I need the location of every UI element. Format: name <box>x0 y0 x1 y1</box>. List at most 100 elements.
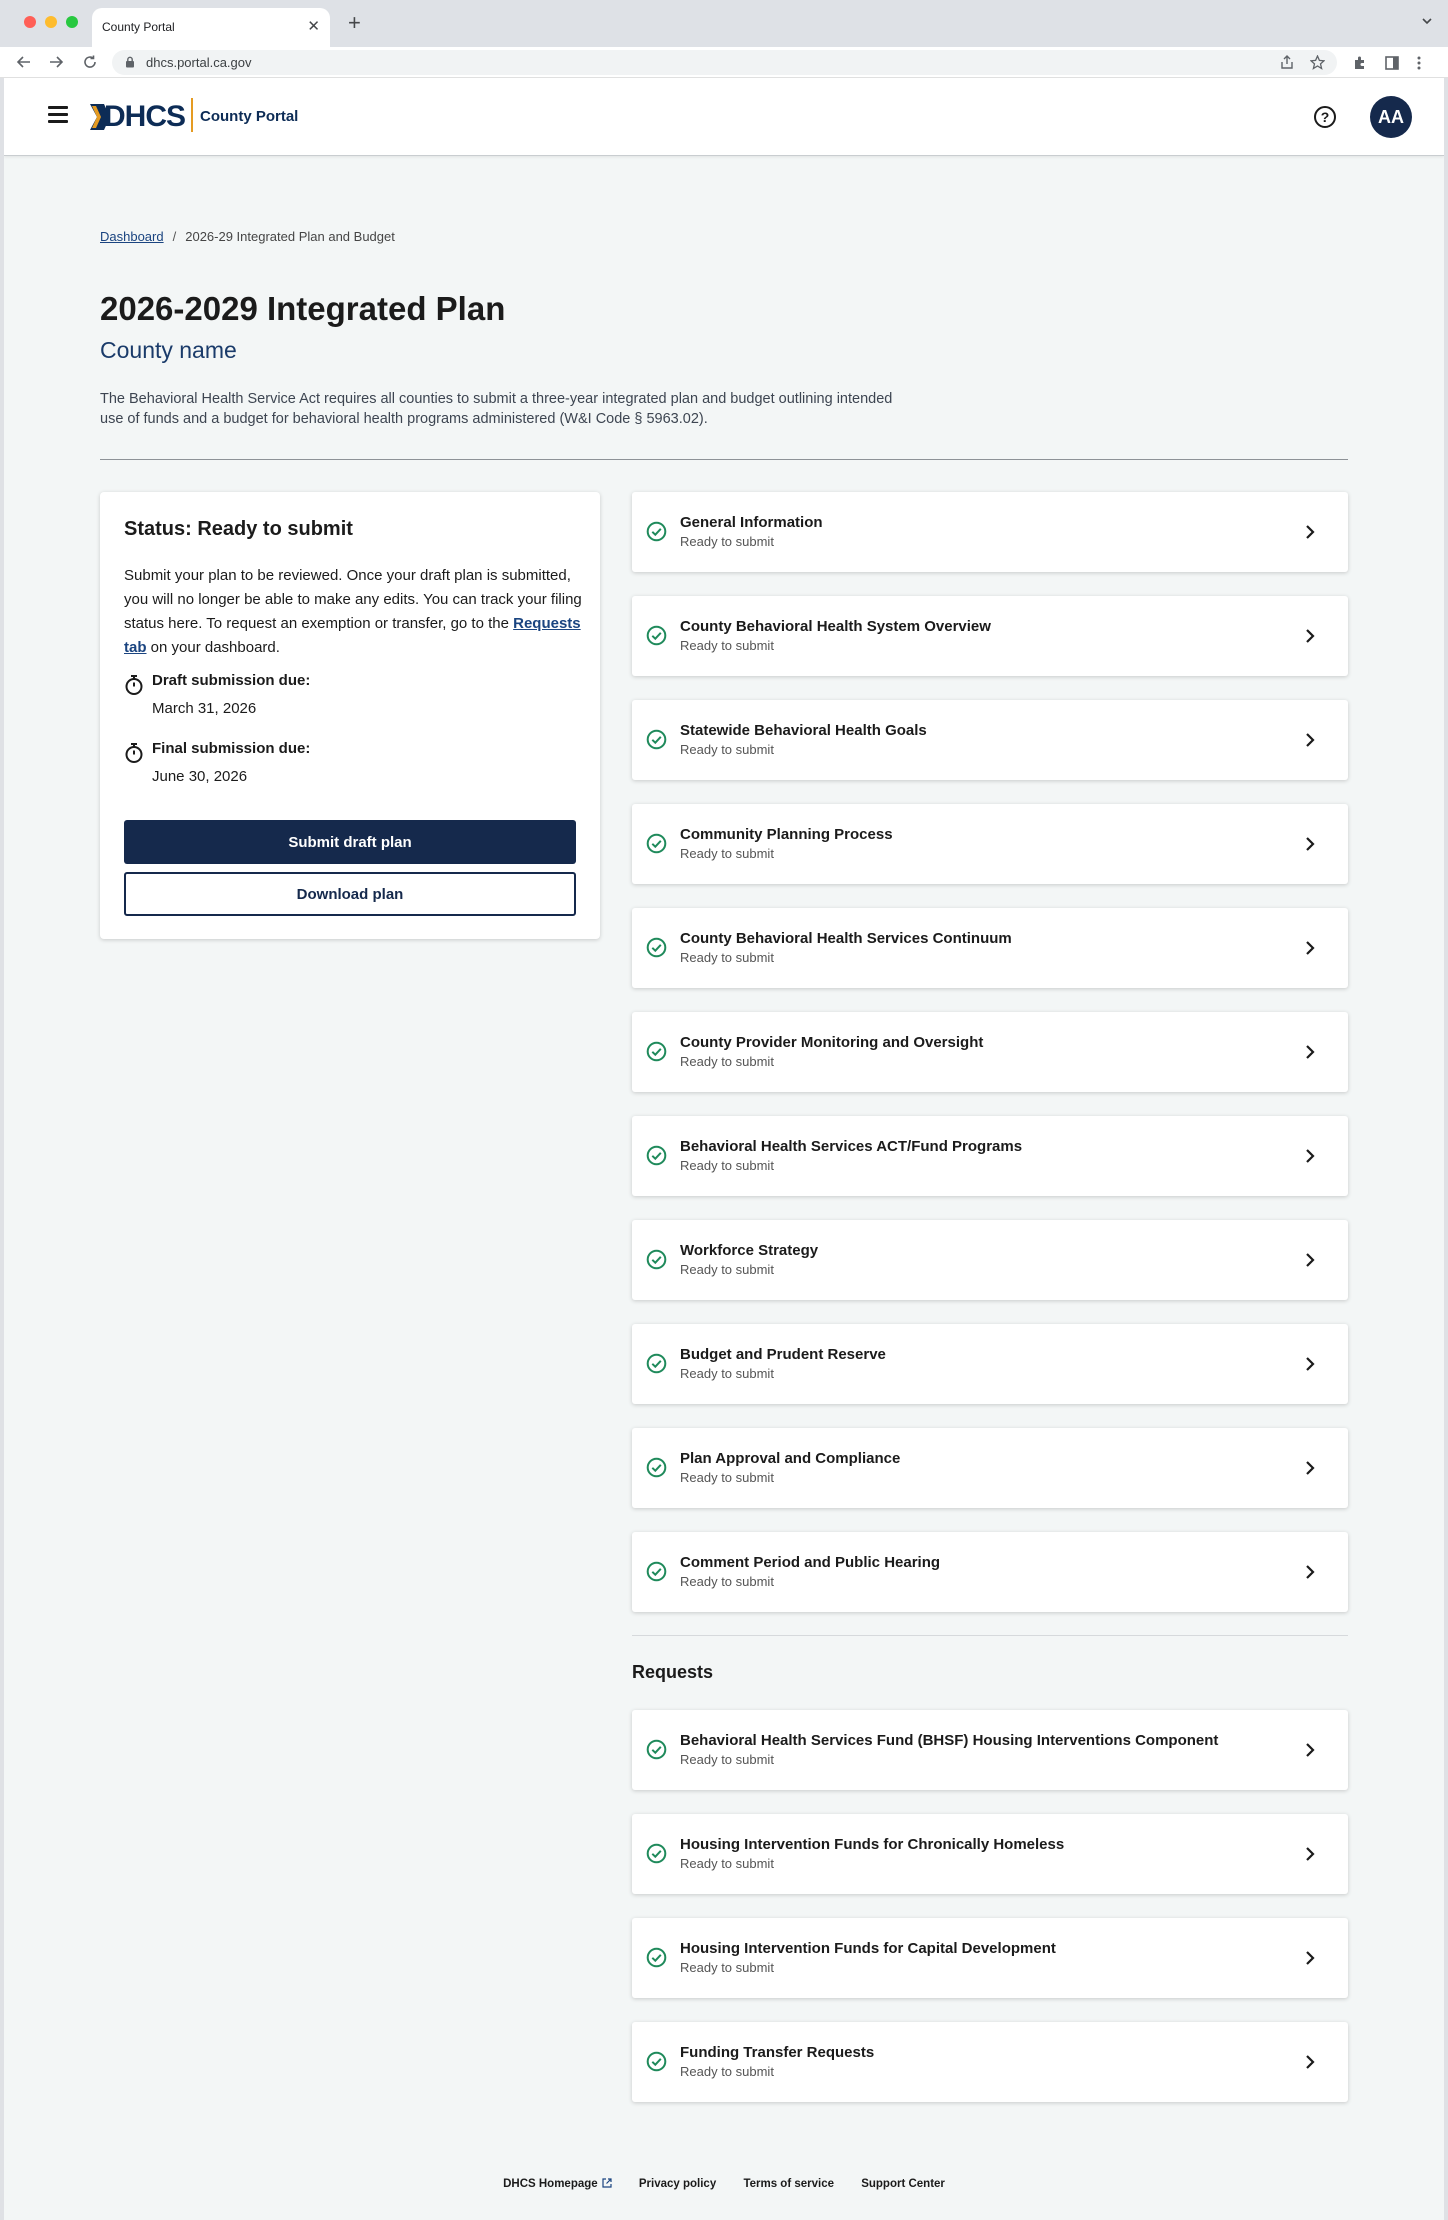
section-card-title: Behavioral Health Services Fund (BHSF) H… <box>680 1732 1219 1749</box>
section-card[interactable]: Plan Approval and Compliance Ready to sub… <box>632 1428 1348 1508</box>
check-circle-icon <box>646 729 667 750</box>
share-icon[interactable] <box>1280 55 1294 70</box>
chevron-right-icon[interactable] <box>1304 2054 1316 2070</box>
section-card-title: General Information <box>680 514 823 531</box>
chevron-right-icon[interactable] <box>1304 628 1316 644</box>
chevron-right-icon[interactable] <box>1304 1148 1316 1164</box>
tab-title: County Portal <box>102 20 175 34</box>
external-link-icon <box>602 2178 612 2188</box>
draft-due-date: March 31, 2026 <box>152 700 257 717</box>
section-card-title: Community Planning Process <box>680 826 893 843</box>
section-card-title: Comment Period and Public Hearing <box>680 1554 941 1571</box>
chevron-right-icon[interactable] <box>1304 1460 1316 1476</box>
section-card[interactable]: County Provider Monitoring and Oversight… <box>632 1012 1348 1092</box>
section-card[interactable]: Behavioral Health Services ACT/Fund Prog… <box>632 1116 1348 1196</box>
footer-link-privacy-policy[interactable]: Privacy policy <box>639 2178 716 2190</box>
section-card-title: Behavioral Health Services ACT/Fund Prog… <box>680 1138 1023 1155</box>
new-tab-icon[interactable]: + <box>348 10 361 36</box>
tab-list-chevron-icon[interactable] <box>1420 14 1434 28</box>
chevron-right-icon[interactable] <box>1304 1742 1316 1758</box>
section-card[interactable]: Budget and Prudent Reserve Ready to submi… <box>632 1324 1348 1404</box>
check-circle-icon <box>646 1739 667 1760</box>
section-card-status: Ready to submit <box>680 1262 774 1277</box>
chevron-right-icon[interactable] <box>1304 940 1316 956</box>
url-field[interactable]: dhcs.portal.ca.gov <box>112 50 1337 75</box>
portal-label: County Portal <box>200 108 299 125</box>
section-card-title: Housing Intervention Funds for Capital D… <box>680 1940 1056 1957</box>
extensions-icon[interactable] <box>1352 55 1368 71</box>
check-circle-icon <box>646 1041 667 1062</box>
section-card[interactable]: Workforce Strategy Ready to submit <box>632 1220 1348 1300</box>
forward-icon[interactable] <box>48 54 64 70</box>
section-card[interactable]: Statewide Behavioral Health Goals Ready t… <box>632 700 1348 780</box>
chevron-right-icon[interactable] <box>1304 1252 1316 1268</box>
chevron-right-icon[interactable] <box>1304 1356 1316 1372</box>
section-card-status: Ready to submit <box>680 2064 774 2079</box>
check-circle-icon <box>646 625 667 646</box>
status-description: Submit your plan to be reviewed. Once yo… <box>124 564 584 660</box>
check-circle-icon <box>646 1353 667 1374</box>
browser-menu-icon[interactable] <box>1416 55 1422 71</box>
lock-icon <box>126 56 134 68</box>
browser-address-bar: dhcs.portal.ca.gov <box>0 47 1448 78</box>
back-icon[interactable] <box>16 54 32 70</box>
section-card[interactable]: General Information Ready to submit <box>632 492 1348 572</box>
footer-link-dhcs-homepage[interactable]: DHCS Homepage <box>503 2178 612 2190</box>
reload-icon[interactable] <box>82 54 98 70</box>
chevron-right-icon[interactable] <box>1304 524 1316 540</box>
section-card-status: Ready to submit <box>680 1470 774 1485</box>
hamburger-menu-icon[interactable] <box>48 106 68 123</box>
section-card[interactable]: Housing Intervention Funds for Chronical… <box>632 1814 1348 1894</box>
chevron-right-icon[interactable] <box>1304 1564 1316 1580</box>
submit-draft-plan-button[interactable]: Submit draft plan <box>124 820 576 864</box>
side-panel-icon[interactable] <box>1384 55 1400 71</box>
breadcrumb-dashboard-link[interactable]: Dashboard <box>100 229 164 244</box>
window-close-button[interactable] <box>24 16 36 28</box>
chevron-right-icon[interactable] <box>1304 1950 1316 1966</box>
section-card-status: Ready to submit <box>680 534 774 549</box>
user-avatar[interactable]: AA <box>1370 96 1412 138</box>
section-card[interactable]: Comment Period and Public Hearing Ready t… <box>632 1532 1348 1612</box>
chevron-right-icon[interactable] <box>1304 1044 1316 1060</box>
browser-tab[interactable]: County Portal ✕ <box>92 8 330 47</box>
page-title: 2026-2029 Integrated Plan <box>100 290 506 327</box>
section-card-status: Ready to submit <box>680 1054 774 1069</box>
check-circle-icon <box>646 521 667 542</box>
final-due-date: June 30, 2026 <box>152 768 248 785</box>
help-icon[interactable]: ? <box>1314 106 1336 128</box>
check-circle-icon <box>646 1249 667 1270</box>
section-card-status: Ready to submit <box>680 1366 774 1381</box>
section-card[interactable]: County Behavioral Health System Overview… <box>632 596 1348 676</box>
section-card[interactable]: Behavioral Health Services Fund (BHSF) H… <box>632 1710 1348 1790</box>
section-card-title: County Behavioral Health Services Contin… <box>680 930 1012 947</box>
check-circle-icon <box>646 1561 667 1582</box>
section-card-status: Ready to submit <box>680 1158 774 1173</box>
status-description-text-end: on your dashboard. <box>146 639 280 656</box>
section-card-title: Statewide Behavioral Health Goals <box>680 722 927 739</box>
chevron-right-icon[interactable] <box>1304 732 1316 748</box>
download-plan-button[interactable]: Download plan <box>124 872 576 916</box>
bookmark-star-icon[interactable] <box>1310 55 1325 70</box>
footer-link-support-center[interactable]: Support Center <box>861 2178 945 2190</box>
chevron-right-icon[interactable] <box>1304 1846 1316 1862</box>
section-card-title: Housing Intervention Funds for Chronical… <box>680 1836 1065 1853</box>
section-card[interactable]: Housing Intervention Funds for Capital D… <box>632 1918 1348 1998</box>
window-minimize-button[interactable] <box>45 16 57 28</box>
section-card[interactable]: County Behavioral Health Services Contin… <box>632 908 1348 988</box>
tab-close-icon[interactable]: ✕ <box>307 17 320 35</box>
section-card-status: Ready to submit <box>680 1752 774 1767</box>
window-zoom-button[interactable] <box>66 16 78 28</box>
county-name: County name <box>100 337 237 363</box>
chevron-right-icon[interactable] <box>1304 836 1316 852</box>
section-card[interactable]: Funding Transfer Requests Ready to submit <box>632 2022 1348 2102</box>
footer-link-terms-of-service[interactable]: Terms of service <box>743 2178 834 2190</box>
section-card-title: Funding Transfer Requests <box>680 2044 875 2061</box>
section-card[interactable]: Community Planning Process Ready to submi… <box>632 804 1348 884</box>
check-circle-icon <box>646 1947 667 1968</box>
breadcrumb-separator: / <box>172 229 177 244</box>
footer-link-label: DHCS Homepage <box>503 2178 598 2190</box>
logo-text: DHCS <box>104 100 186 133</box>
stopwatch-icon <box>125 675 143 695</box>
section-card-status: Ready to submit <box>680 742 774 757</box>
check-circle-icon <box>646 1843 667 1864</box>
